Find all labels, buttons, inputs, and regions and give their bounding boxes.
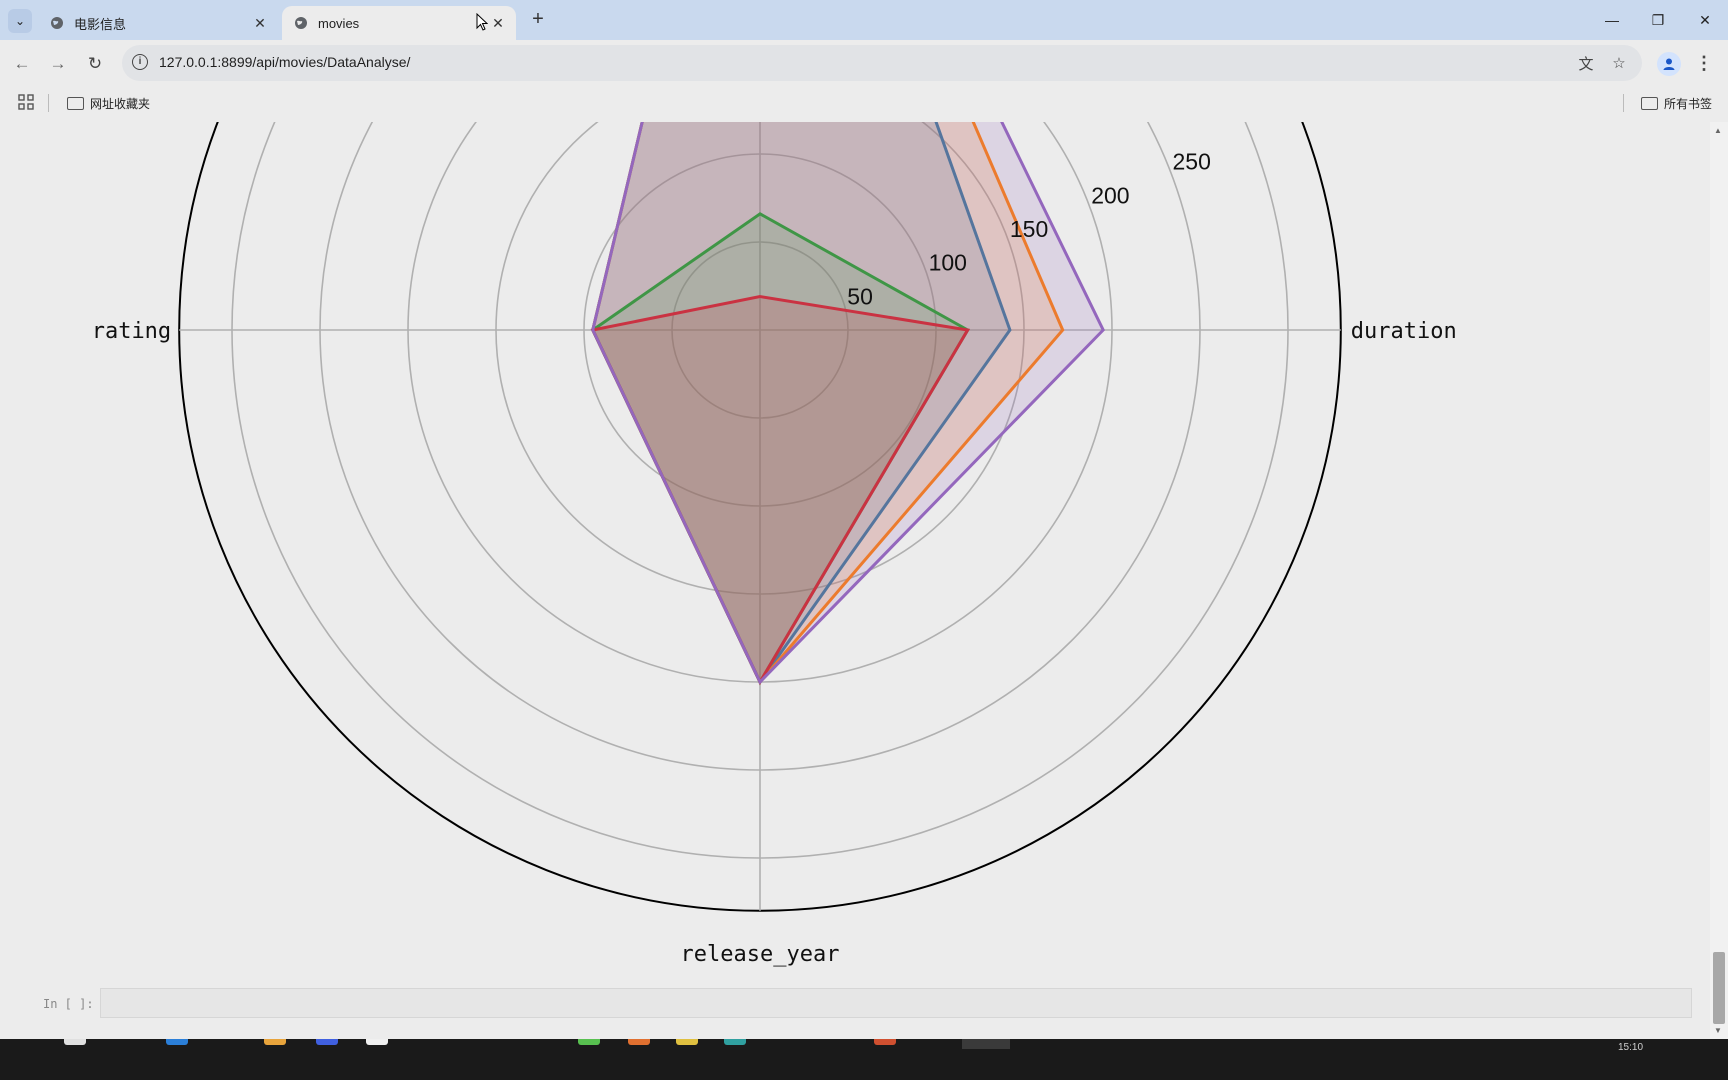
site-info-icon[interactable]: i [132,54,148,70]
divider [48,94,49,112]
taskbar-icon-app[interactable] [366,1039,388,1045]
page-scrollbar[interactable]: ▲ ▼ [1710,122,1728,1039]
folder-icon [67,96,84,110]
taskbar-icon-app[interactable] [166,1039,188,1045]
translate-icon[interactable]: 文 [1575,52,1597,74]
radial-tick-label: 200 [1091,182,1129,208]
os-taskbar: 15:10 [0,1039,1728,1080]
tab-movie-info[interactable]: 电影信息 ✕ [38,6,278,40]
taskbar-icon-app[interactable] [724,1039,746,1045]
axis-label-release-year: release_year [681,942,840,967]
minimize-button[interactable]: — [1589,0,1635,40]
chevron-down-icon: ⌄ [14,14,26,28]
radial-tick-label: 50 [847,283,873,309]
divider [1623,94,1624,112]
close-window-button[interactable]: ✕ [1682,0,1728,40]
tab-search-button[interactable]: ⌄ [8,9,32,33]
radar-chart: 50 100 150 200 250 rating duration release_year [92,122,1457,967]
taskbar-icon-app[interactable] [874,1039,896,1045]
taskbar-icon-app[interactable] [316,1039,338,1045]
taskbar-icon-search[interactable] [64,1039,86,1045]
taskbar-icon-app[interactable] [578,1039,600,1045]
reload-icon: ↻ [87,54,103,73]
scroll-up-arrow-icon[interactable]: ▲ [1714,126,1722,135]
tab-strip: ⌄ 电影信息 ✕ movies ✕ + — ❐ ✕ [0,0,1728,40]
taskbar-icon-app[interactable] [676,1039,698,1045]
apps-grid-icon[interactable] [18,94,34,110]
tab-title: movies [318,15,360,31]
scroll-down-arrow-icon[interactable]: ▼ [1714,1026,1722,1035]
new-tab-button[interactable]: + [526,8,550,32]
restore-button[interactable]: ❐ [1635,0,1681,40]
arrow-right-icon: → [49,54,67,73]
person-icon [1663,58,1675,70]
taskbar-icon-app[interactable] [628,1039,650,1045]
close-icon[interactable]: ✕ [488,13,508,33]
scrollbar-thumb[interactable] [1713,952,1725,1024]
radial-tick-label: 150 [1010,216,1048,242]
series-4-area [591,122,1106,685]
close-icon[interactable]: ✕ [250,13,270,33]
all-bookmarks-folder[interactable]: 所有书签 [1641,93,1712,113]
notebook-cell: In [ ]: [40,988,1692,1020]
folder-icon [1641,96,1658,110]
mouse-cursor-icon [476,13,488,31]
bookmark-folder-label: 网址收藏夹 [90,96,151,111]
url-text[interactable]: 127.0.0.1:8899/api/movies/DataAnalyse/ [159,54,410,70]
star-icon[interactable]: ☆ [1608,52,1630,74]
profile-button[interactable] [1657,52,1681,76]
cell-prompt: In [ ]: [43,997,94,1011]
arrow-left-icon: ← [13,54,31,73]
taskbar-active-app[interactable] [962,1039,1010,1049]
forward-button[interactable]: → [44,50,72,78]
axis-label-rating: rating [92,319,171,344]
cell-input[interactable] [100,988,1692,1018]
back-button[interactable]: ← [8,50,36,78]
browser-toolbar: ← → ↻ i 127.0.0.1:8899/api/movies/DataAn… [0,40,1728,87]
all-bookmarks-label: 所有书签 [1664,96,1713,111]
bookmark-folder[interactable]: 网址收藏夹 [67,93,150,113]
taskbar-clock: 15:10 [1618,1042,1644,1053]
taskbar-icon-app[interactable] [264,1039,286,1045]
page-content: 50 100 150 200 250 rating duration release_year… [0,122,1710,1039]
bookmarks-bar: 网址收藏夹 所有书签 [0,87,1728,123]
radial-tick-label: 100 [929,250,967,276]
address-bar[interactable]: i 127.0.0.1:8899/api/movies/DataAnalyse/… [122,45,1642,81]
globe-icon [51,17,63,29]
radial-tick-label: 250 [1173,149,1211,175]
globe-icon [295,17,307,29]
reload-button[interactable]: ↻ [81,50,109,78]
tab-title: 电影信息 [74,16,127,32]
axis-label-duration: duration [1351,319,1457,344]
more-menu-button[interactable]: ⋮ [1695,52,1713,76]
